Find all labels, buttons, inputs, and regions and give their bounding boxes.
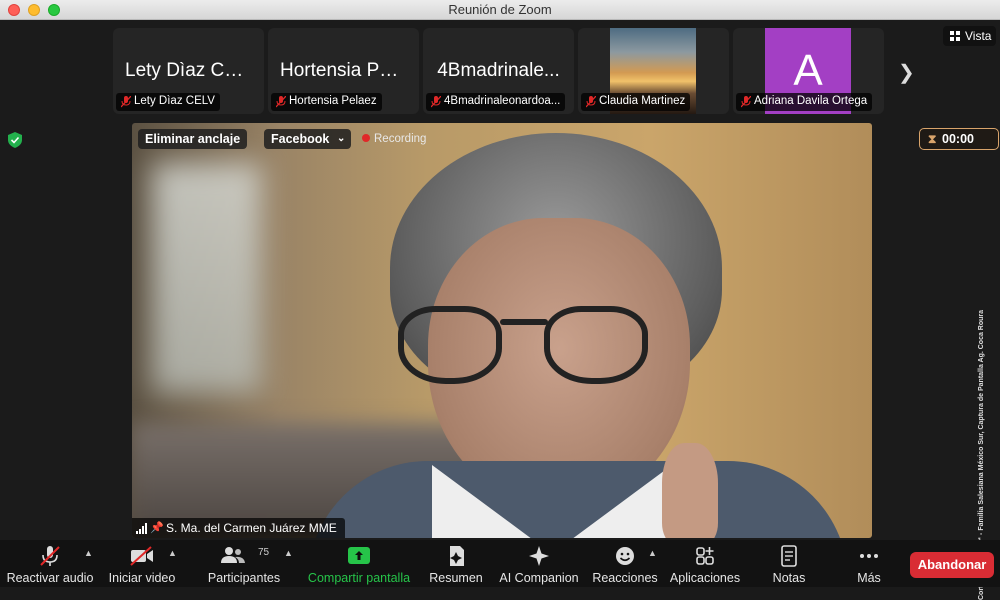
notes-button[interactable]: Notas xyxy=(762,540,816,587)
main-video[interactable]: Eliminar anclaje Facebook ⌄ Recording 📌 … xyxy=(132,123,872,538)
speaker-name: S. Ma. del Carmen Juárez MME xyxy=(166,521,337,535)
emoji-icon xyxy=(616,547,634,565)
participants-button[interactable]: 75 ▲ Participantes xyxy=(200,540,293,587)
participant-label: Claudia Martinez xyxy=(581,93,691,111)
background-window xyxy=(152,163,262,393)
reactions-label: Reacciones xyxy=(592,571,658,585)
participant-display-name: Hortensia Pel... xyxy=(280,60,410,81)
notes-label: Notas xyxy=(772,571,806,585)
meeting-stage: Lety Dìaz CE... Lety Dìaz CELV Hortensia… xyxy=(0,20,1000,600)
start-video-button[interactable]: ▲ Iniciar video xyxy=(100,540,184,587)
participants-count: 75 xyxy=(258,547,270,558)
timer-value: 00:00 xyxy=(942,132,974,146)
participant-name: Adriana Davila Ortega xyxy=(754,95,868,107)
participant-label: Hortensia Pelaez xyxy=(271,93,382,111)
video-off-icon xyxy=(130,546,153,566)
signal-strength-icon xyxy=(136,523,147,534)
chevron-up-icon[interactable]: ▲ xyxy=(648,548,657,558)
muted-mic-icon xyxy=(741,96,751,108)
apps-icon xyxy=(696,547,714,565)
summary-label: Resumen xyxy=(429,571,483,585)
hourglass-icon: ⧗ xyxy=(928,132,937,146)
leave-meeting-button[interactable]: Abandonar xyxy=(910,552,994,578)
summary-document-icon xyxy=(450,546,464,566)
security-shield-icon[interactable] xyxy=(8,132,22,148)
grid-icon xyxy=(950,31,960,41)
livestream-label: Facebook xyxy=(271,132,330,146)
share-screen-button[interactable]: Compartir pantalla xyxy=(306,540,412,587)
apps-button[interactable]: Aplicaciones xyxy=(668,540,742,587)
participant-label: Adriana Davila Ortega xyxy=(736,93,873,111)
chevron-right-icon[interactable]: ❯ xyxy=(898,60,915,85)
participant-name: Lety Dìaz CELV xyxy=(134,95,215,107)
more-button[interactable]: Más xyxy=(846,540,892,587)
view-button[interactable]: Vista xyxy=(943,26,996,46)
participant-tile[interactable]: A Adriana Davila Ortega xyxy=(733,28,884,114)
summary-button[interactable]: Resumen xyxy=(422,540,490,587)
muted-mic-icon xyxy=(276,96,286,108)
muted-mic-icon xyxy=(431,96,441,108)
meeting-toolbar: ▲ Reactivar audio ▲ Iniciar video 75 ▲ P… xyxy=(0,540,1000,587)
window-title: Reunión de Zoom xyxy=(448,2,552,17)
ai-companion-label: AI Companion xyxy=(499,571,579,585)
sparkle-icon xyxy=(529,546,549,566)
share-screen-icon xyxy=(348,547,370,564)
participant-label: 4Bmadrinaleonardoa... xyxy=(426,93,566,111)
participant-tile[interactable]: Claudia Martinez xyxy=(578,28,729,114)
gallery-strip: Lety Dìaz CE... Lety Dìaz CELV Hortensia… xyxy=(113,28,884,114)
participant-tile[interactable]: Lety Dìaz CE... Lety Dìaz CELV xyxy=(113,28,264,114)
muted-microphone-icon xyxy=(40,546,60,566)
share-screen-label: Compartir pantalla xyxy=(307,571,411,585)
more-dots-icon xyxy=(860,554,878,558)
participant-display-name: Lety Dìaz CE... xyxy=(125,60,253,81)
muted-mic-icon xyxy=(586,96,596,108)
participant-name: Hortensia Pelaez xyxy=(289,95,377,107)
participant-tile[interactable]: Hortensia Pel... Hortensia Pelaez xyxy=(268,28,419,114)
eyeglasses-bridge xyxy=(500,319,548,325)
more-label: Más xyxy=(857,571,881,585)
chevron-up-icon[interactable]: ▲ xyxy=(284,548,293,558)
participant-display-name: 4Bmadrinale... xyxy=(437,60,560,81)
ai-companion-button[interactable]: AI Companion xyxy=(496,540,582,587)
livestream-dropdown[interactable]: Facebook ⌄ xyxy=(264,129,352,149)
recording-dot-icon xyxy=(362,134,370,142)
speaker-hand xyxy=(662,443,718,538)
start-video-label: Iniciar video xyxy=(108,571,176,585)
title-bar: Reunión de Zoom xyxy=(0,0,1000,20)
chevron-up-icon[interactable]: ▲ xyxy=(84,548,93,558)
notes-icon xyxy=(781,545,797,567)
meeting-timer[interactable]: ⧗ 00:00 xyxy=(919,128,999,150)
unmute-audio-label: Reactivar audio xyxy=(6,571,94,585)
unpin-button[interactable]: Eliminar anclaje xyxy=(138,129,248,149)
speaker-name-bar: 📌 S. Ma. del Carmen Juárez MME xyxy=(132,518,345,538)
participants-icon xyxy=(221,547,246,563)
unmute-audio-button[interactable]: ▲ Reactivar audio xyxy=(4,540,96,587)
participant-tile[interactable]: 4Bmadrinale... 4Bmadrinaleonardoa... xyxy=(423,28,574,114)
speaker-sweater xyxy=(308,461,848,538)
recording-label: Recording xyxy=(374,133,427,145)
eyeglasses-left-lens xyxy=(398,306,502,384)
pin-icon: 📌 xyxy=(150,522,164,534)
apps-label: Aplicaciones xyxy=(669,571,741,585)
eyeglasses-right-lens xyxy=(544,306,648,384)
recording-indicator: Recording xyxy=(362,133,426,145)
reactions-button[interactable]: ▲ Reacciones xyxy=(590,540,660,587)
participant-name: Claudia Martinez xyxy=(599,95,686,107)
muted-mic-icon xyxy=(121,96,131,108)
chevron-up-icon[interactable]: ▲ xyxy=(168,548,177,558)
participant-label: Lety Dìaz CELV xyxy=(116,93,220,111)
view-button-label: Vista xyxy=(965,29,992,43)
participants-label: Participantes xyxy=(207,571,281,585)
participant-name: 4Bmadrinaleonardoa... xyxy=(444,95,561,107)
chevron-down-icon: ⌄ xyxy=(336,133,346,144)
